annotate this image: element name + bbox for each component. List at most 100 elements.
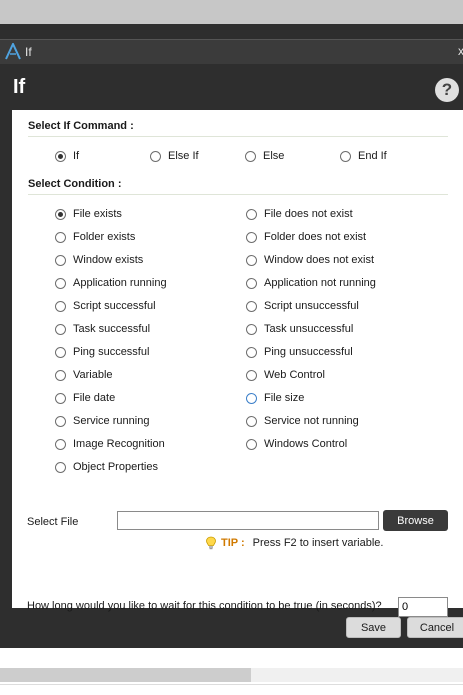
condition-option[interactable]: Window does not exist — [246, 253, 374, 267]
command-divider — [28, 136, 448, 137]
command-option-end-if[interactable]: End If — [340, 149, 387, 163]
radio-if[interactable] — [55, 150, 66, 162]
condition-option-label: Service not running — [264, 415, 359, 427]
condition-option[interactable]: Window exists — [55, 253, 143, 267]
condition-radio[interactable] — [246, 392, 257, 404]
browse-button[interactable]: Browse — [383, 510, 448, 531]
condition-radio[interactable] — [246, 254, 257, 266]
tip: TIP : Press F2 to insert variable. — [205, 536, 383, 550]
condition-option[interactable]: Ping successful — [55, 345, 149, 359]
close-icon[interactable]: x — [458, 44, 463, 58]
condition-option-label: Window does not exist — [264, 254, 375, 266]
condition-option-label: File does not exist — [264, 208, 353, 220]
wait-label: How long would you like to wait for this… — [27, 600, 382, 612]
condition-option-label: Task successful — [73, 323, 151, 335]
condition-option-label: Script successful — [73, 300, 156, 312]
condition-option-label: Folder exists — [73, 231, 136, 243]
condition-option[interactable]: Script successful — [55, 299, 156, 313]
condition-option-label: Script unsuccessful — [264, 300, 359, 312]
condition-option-label: Folder does not exist — [264, 231, 367, 243]
condition-option[interactable]: Application running — [55, 276, 167, 290]
divider — [0, 684, 463, 685]
radio-else-if[interactable] — [150, 150, 161, 162]
condition-radio[interactable] — [246, 231, 257, 243]
save-button[interactable]: Save — [346, 617, 401, 638]
wait-seconds-input[interactable] — [398, 597, 448, 617]
condition-option[interactable]: Web Control — [246, 368, 325, 382]
tip-tag: TIP : — [221, 537, 245, 549]
command-option-else[interactable]: Else — [245, 149, 284, 163]
tip-text: Press F2 to insert variable. — [252, 537, 384, 549]
command-option-label: Else If — [168, 150, 199, 162]
condition-radio[interactable] — [246, 369, 257, 381]
condition-option-label: Ping unsuccessful — [264, 346, 353, 358]
condition-option[interactable]: Task unsuccessful — [246, 322, 353, 336]
condition-option-label: Application not running — [264, 277, 376, 289]
condition-option[interactable]: Script unsuccessful — [246, 299, 359, 313]
condition-divider — [28, 194, 448, 195]
condition-option[interactable]: File exists — [55, 207, 122, 221]
condition-radio[interactable] — [55, 254, 66, 266]
file-path-input[interactable] — [117, 511, 379, 530]
condition-option[interactable]: Task successful — [55, 322, 150, 336]
command-option-label: Else — [263, 150, 285, 162]
condition-radio[interactable] — [55, 392, 66, 404]
condition-radio[interactable] — [246, 277, 257, 289]
command-option-label: If — [73, 150, 80, 162]
condition-option[interactable]: Variable — [55, 368, 113, 382]
condition-radio[interactable] — [246, 438, 257, 450]
condition-radio[interactable] — [55, 438, 66, 450]
condition-option-label: Application running — [73, 277, 167, 289]
condition-option[interactable]: Ping unsuccessful — [246, 345, 353, 359]
if-dialog: If x If ? Select If Command : If Else If… — [0, 24, 463, 648]
command-option-if[interactable]: If — [55, 149, 79, 163]
window-title: If — [25, 45, 32, 59]
condition-option[interactable]: Service not running — [246, 414, 359, 428]
condition-radio[interactable] — [55, 300, 66, 312]
condition-heading: Select Condition : — [28, 178, 122, 190]
scrollbar-thumb[interactable] — [0, 668, 251, 682]
command-heading: Select If Command : — [28, 120, 134, 132]
condition-option[interactable]: Windows Control — [246, 437, 347, 451]
condition-radio[interactable] — [55, 277, 66, 289]
condition-option-label: Image Recognition — [73, 438, 165, 450]
condition-option-label: Service running — [73, 415, 150, 427]
condition-option-label: File exists — [73, 208, 122, 220]
condition-radio[interactable] — [55, 208, 66, 220]
condition-radio[interactable] — [246, 323, 257, 335]
condition-option[interactable]: File does not exist — [246, 207, 353, 221]
condition-option[interactable]: File date — [55, 391, 115, 405]
condition-radio[interactable] — [246, 346, 257, 358]
condition-option[interactable]: Folder exists — [55, 230, 135, 244]
condition-radio[interactable] — [246, 208, 257, 220]
lightbulb-icon — [206, 536, 216, 550]
condition-option-label: Ping successful — [73, 346, 150, 358]
condition-option-label: Web Control — [264, 369, 325, 381]
condition-option[interactable]: Image Recognition — [55, 437, 165, 451]
condition-radio[interactable] — [55, 415, 66, 427]
condition-radio[interactable] — [55, 231, 66, 243]
condition-option[interactable]: Service running — [55, 414, 149, 428]
select-file-label: Select File — [27, 516, 79, 528]
condition-option[interactable]: Folder does not exist — [246, 230, 366, 244]
condition-radio[interactable] — [55, 369, 66, 381]
condition-option[interactable]: Application not running — [246, 276, 376, 290]
condition-radio[interactable] — [55, 323, 66, 335]
condition-radio[interactable] — [246, 300, 257, 312]
cancel-button[interactable]: Cancel — [407, 617, 463, 638]
radio-end-if[interactable] — [340, 150, 351, 162]
condition-option[interactable]: File size — [246, 391, 304, 405]
help-icon[interactable]: ? — [435, 78, 459, 102]
title-bar: If x — [0, 39, 463, 64]
background-window-top — [0, 0, 463, 24]
condition-option-label: File date — [73, 392, 116, 404]
condition-radio[interactable] — [55, 461, 66, 473]
condition-radio[interactable] — [55, 346, 66, 358]
form-panel: Select If Command : If Else If Else End … — [12, 110, 463, 617]
condition-option-label: Window exists — [73, 254, 144, 266]
dialog-heading: If — [13, 76, 26, 98]
condition-option[interactable]: Object Properties — [55, 460, 158, 474]
command-option-else-if[interactable]: Else If — [150, 149, 199, 163]
radio-else[interactable] — [245, 150, 256, 162]
condition-radio[interactable] — [246, 415, 257, 427]
